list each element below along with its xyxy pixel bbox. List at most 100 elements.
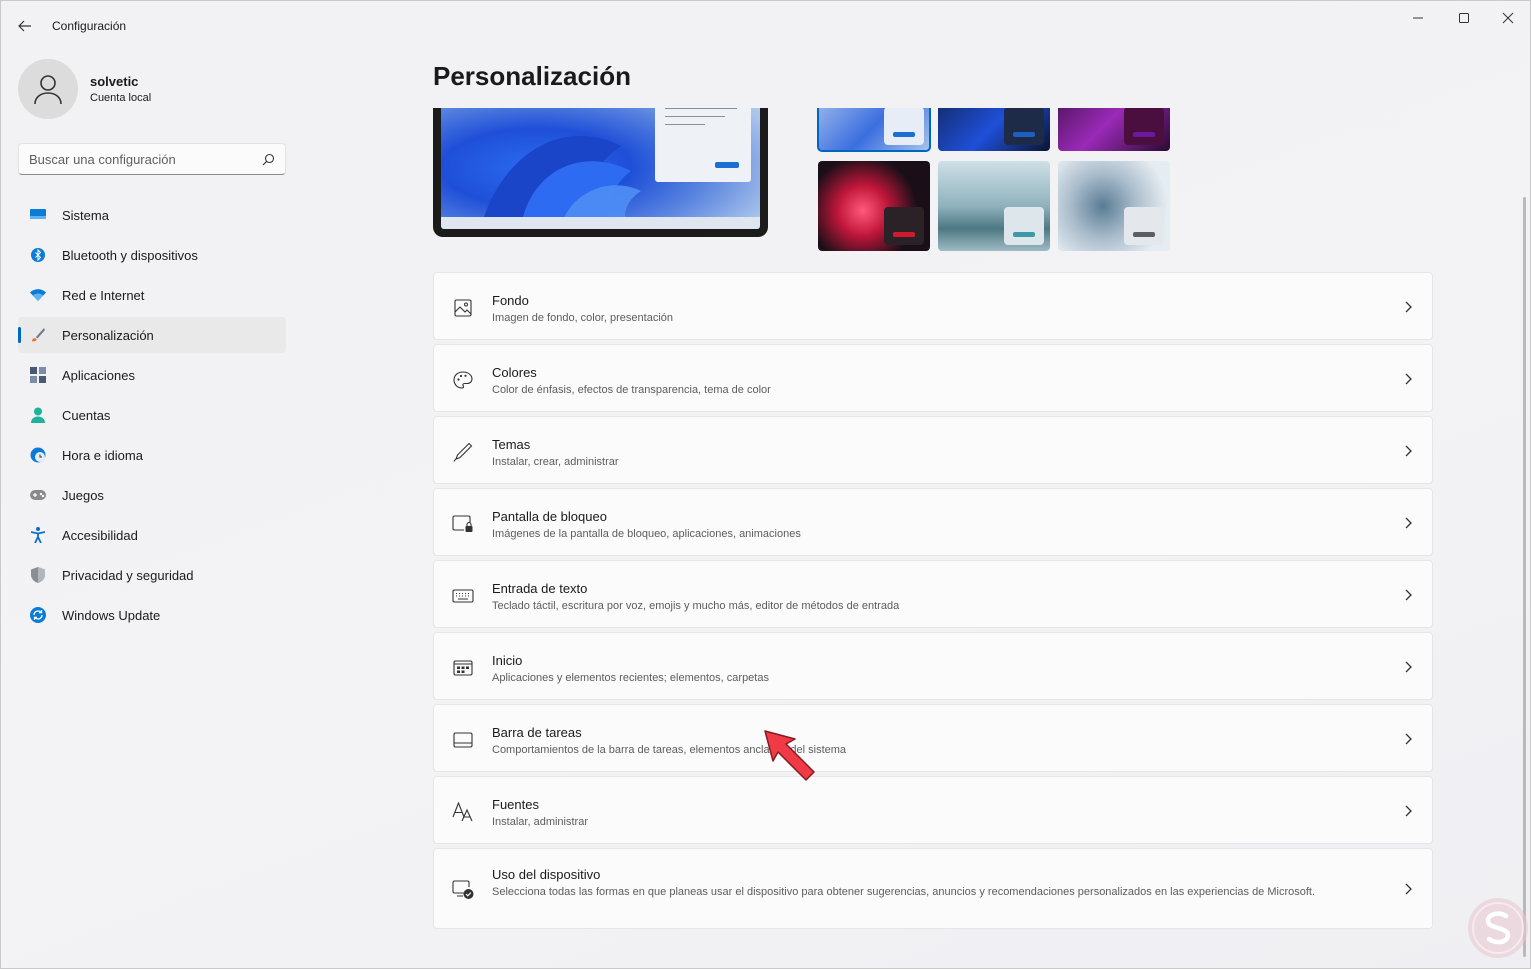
- setting-subtitle: Comportamientos de la barra de tareas, e…: [492, 744, 847, 756]
- clock-globe-icon: [30, 447, 46, 463]
- sidebar-nav: Sistema Bluetooth y dispositivos Red e I…: [18, 197, 286, 637]
- setting-subtitle: Selecciona todas las formas en que plane…: [492, 886, 1316, 898]
- close-button[interactable]: [1485, 1, 1530, 35]
- setting-title: Uso del dispositivo: [492, 867, 601, 882]
- accessibility-icon: [30, 527, 46, 543]
- keyboard-icon: [452, 585, 474, 607]
- monitor-icon: [30, 207, 46, 223]
- search-input[interactable]: [29, 151, 262, 167]
- theme-thumb-2[interactable]: [938, 108, 1050, 151]
- chevron-right-icon: [1405, 805, 1412, 817]
- sidebar-item-personalizacion[interactable]: Personalización: [18, 317, 286, 353]
- theme-thumb-5[interactable]: [938, 161, 1050, 251]
- sidebar-item-bluetooth[interactable]: Bluetooth y dispositivos: [18, 237, 286, 273]
- sidebar-item-cuentas[interactable]: Cuentas: [18, 397, 286, 433]
- wifi-icon: [30, 287, 46, 303]
- setting-title: Fondo: [492, 293, 529, 308]
- setting-title: Entrada de texto: [492, 581, 588, 596]
- setting-uso-dispositivo[interactable]: Uso del dispositivo Selecciona todas las…: [433, 848, 1433, 929]
- back-button[interactable]: [11, 13, 39, 39]
- shield-icon: [30, 567, 46, 583]
- chevron-right-icon: [1405, 883, 1412, 895]
- setting-entrada-texto[interactable]: Entrada de texto Teclado táctil, escritu…: [433, 560, 1433, 628]
- theme-preview-area: [433, 108, 1173, 253]
- profile-name: solvetic: [90, 73, 139, 89]
- setting-temas[interactable]: Temas Instalar, crear, administrar: [433, 416, 1433, 484]
- chevron-right-icon: [1405, 733, 1412, 745]
- preview-dialog: [655, 108, 751, 182]
- setting-title: Fuentes: [492, 797, 539, 812]
- sidebar-item-aplicaciones[interactable]: Aplicaciones: [18, 357, 286, 393]
- fonts-icon: [452, 801, 474, 823]
- annotation-arrow-icon: [764, 730, 815, 781]
- maximize-button[interactable]: [1441, 1, 1487, 35]
- sidebar-item-accesibilidad[interactable]: Accesibilidad: [18, 517, 286, 553]
- search-icon[interactable]: [262, 153, 275, 166]
- setting-title: Temas: [492, 437, 531, 452]
- settings-list: Fondo Imagen de fondo, color, presentaci…: [433, 272, 1433, 933]
- setting-title: Colores: [492, 365, 537, 380]
- sidebar-item-red[interactable]: Red e Internet: [18, 277, 286, 313]
- image-icon: [452, 297, 474, 319]
- setting-title: Pantalla de bloqueo: [492, 509, 607, 524]
- user-profile[interactable]: solvetic Cuenta local: [18, 59, 151, 119]
- apps-icon: [30, 367, 46, 383]
- setting-subtitle: Instalar, administrar: [492, 816, 588, 828]
- app-title: Configuración: [52, 19, 127, 33]
- page-title: Personalización: [433, 61, 631, 91]
- pen-icon: [452, 441, 474, 463]
- minimize-icon: [1413, 17, 1423, 19]
- device-usage-icon: [452, 879, 474, 901]
- setting-fondo[interactable]: Fondo Imagen de fondo, color, presentaci…: [433, 272, 1433, 340]
- gamepad-icon: [30, 487, 46, 503]
- person-outline-icon: [34, 75, 62, 105]
- update-icon: [30, 607, 46, 623]
- theme-thumb-1[interactable]: [817, 108, 931, 152]
- desktop-preview: [433, 108, 768, 237]
- title-bar: Configuración: [1, 1, 1530, 51]
- setting-colores[interactable]: Colores Color de énfasis, efectos de tra…: [433, 344, 1433, 412]
- brush-icon: [30, 327, 46, 343]
- start-icon: [452, 657, 474, 679]
- setting-subtitle: Aplicaciones y elementos recientes; elem…: [492, 672, 769, 684]
- watermark-logo-icon: [1468, 898, 1528, 958]
- back-arrow-icon: [18, 20, 31, 32]
- theme-thumb-3[interactable]: [1058, 108, 1170, 151]
- setting-pantalla-bloqueo[interactable]: Pantalla de bloqueo Imágenes de la panta…: [433, 488, 1433, 556]
- setting-title: Inicio: [492, 653, 523, 668]
- lock-screen-icon: [452, 513, 474, 535]
- profile-account-type: Cuenta local: [90, 91, 152, 104]
- setting-subtitle: Imagen de fondo, color, presentación: [492, 312, 674, 324]
- setting-subtitle: Teclado táctil, escritura por voz, emoji…: [492, 600, 900, 612]
- chevron-right-icon: [1405, 589, 1412, 601]
- bluetooth-icon: [30, 247, 46, 263]
- sidebar-item-sistema[interactable]: Sistema: [18, 197, 286, 233]
- search-box: [18, 143, 286, 175]
- sidebar-item-windows-update[interactable]: Windows Update: [18, 597, 286, 633]
- chevron-right-icon: [1405, 517, 1412, 529]
- avatar: [18, 59, 78, 119]
- person-icon: [30, 407, 46, 423]
- close-icon: [1502, 12, 1514, 24]
- scrollbar[interactable]: [1523, 197, 1526, 957]
- taskbar-icon: [452, 729, 474, 751]
- theme-thumb-6[interactable]: [1058, 161, 1170, 251]
- setting-subtitle: Color de énfasis, efectos de transparenc…: [492, 384, 771, 396]
- sidebar-item-privacidad[interactable]: Privacidad y seguridad: [18, 557, 286, 593]
- minimize-button[interactable]: [1395, 1, 1441, 35]
- theme-thumb-4[interactable]: [818, 161, 930, 251]
- settings-window: Configuración solvetic Cuenta local Busc…: [0, 0, 1531, 969]
- setting-subtitle: Instalar, crear, administrar: [492, 456, 619, 468]
- sidebar-item-juegos[interactable]: Juegos: [18, 477, 286, 513]
- setting-title: Barra de tareas: [492, 725, 582, 740]
- setting-inicio[interactable]: Inicio Aplicaciones y elementos reciente…: [433, 632, 1433, 700]
- sidebar-item-hora-idioma[interactable]: Hora e idioma: [18, 437, 286, 473]
- chevron-right-icon: [1405, 301, 1412, 313]
- maximize-icon: [1459, 13, 1469, 23]
- palette-icon: [452, 369, 474, 391]
- chevron-right-icon: [1405, 661, 1412, 673]
- chevron-right-icon: [1405, 445, 1412, 457]
- setting-fuentes[interactable]: Fuentes Instalar, administrar: [433, 776, 1433, 844]
- setting-barra-tareas[interactable]: Barra de tareas Comportamientos de la ba…: [433, 704, 1433, 772]
- chevron-right-icon: [1405, 373, 1412, 385]
